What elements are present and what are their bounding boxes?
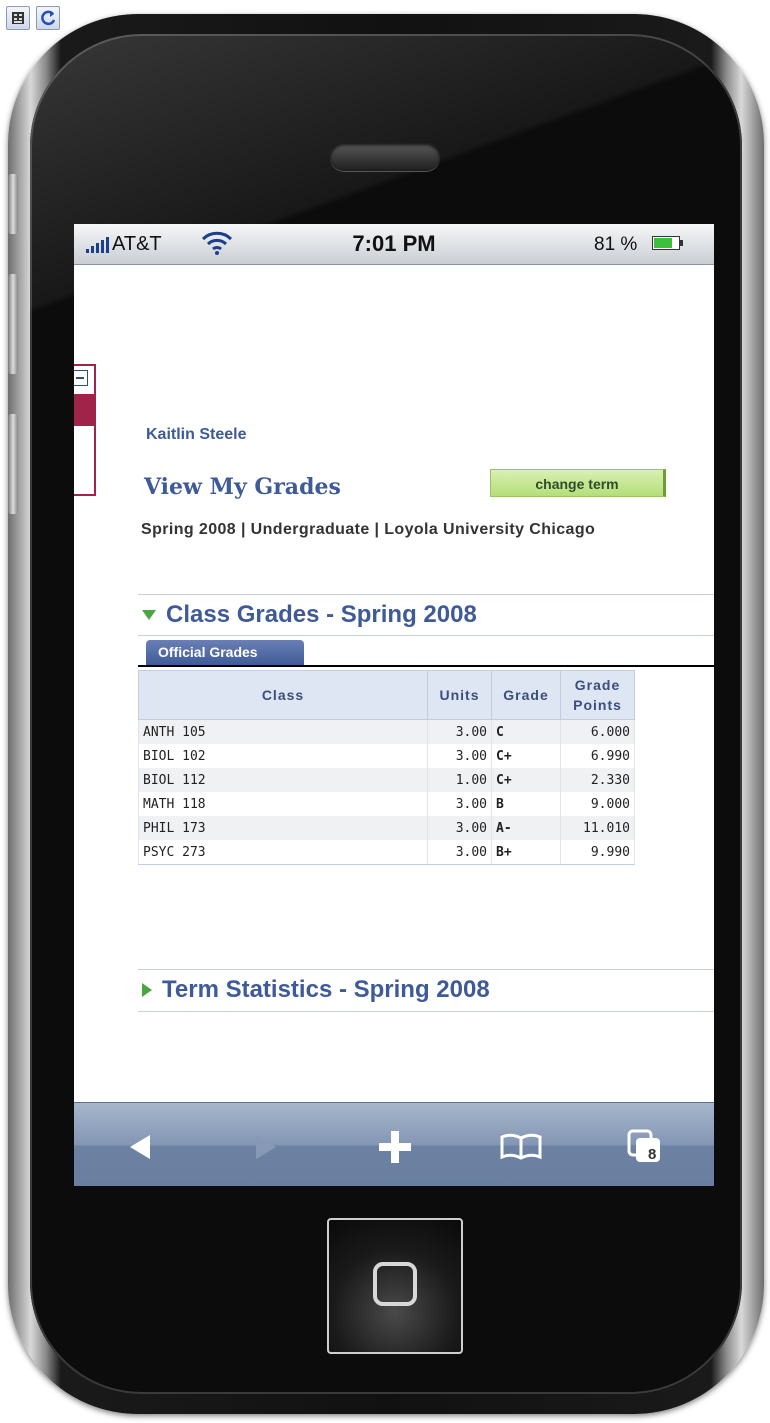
class-cell: MATH 118 [138,792,428,816]
status-bar: AT&T 7:01 PM 81 % [74,224,714,265]
column-header-grade: Grade [491,670,561,720]
column-header-grade-points: Grade Points [560,670,635,720]
table-row: BIOL 112 1.00 C+ 2.330 [138,768,635,792]
earpiece-speaker [330,143,440,171]
class-grades-header[interactable]: Class Grades - Spring 2008 [142,601,477,629]
table-header-row: Class Units Grade Grade Points [138,670,635,720]
column-header-class: Class [138,670,428,720]
refresh-icon[interactable] [36,6,60,30]
term-statistics-title: Term Statistics - Spring 2008 [162,976,490,1003]
divider [138,594,714,595]
term-statistics-header[interactable]: Term Statistics - Spring 2008 [142,976,490,1004]
units-cell: 3.00 [427,744,492,768]
tab-underline [138,665,714,667]
back-arrow-icon[interactable] [116,1127,166,1167]
expanded-triangle-icon[interactable] [142,610,156,620]
home-button[interactable] [327,1218,463,1354]
collapsed-side-menu[interactable] [74,364,96,496]
user-name: Kaitlin Steele [146,426,247,443]
battery-icon [652,236,683,250]
grade-points-cell: 11.010 [560,816,635,840]
class-cell: BIOL 102 [138,744,428,768]
grade-cell: C+ [491,744,561,768]
page-title: View My Grades [144,474,341,500]
volume-down-button [8,274,18,374]
bookmarks-icon[interactable] [496,1127,546,1167]
table-row: MATH 118 3.00 B 9.000 [138,792,635,816]
plus-icon[interactable] [370,1127,420,1167]
phone-screen: AT&T 7:01 PM 81 % Kaitlin Steele View My… [74,224,714,1186]
browser-toolbar: 8 [74,1102,714,1186]
forward-arrow-icon[interactable] [240,1127,290,1167]
grade-cell: B+ [491,840,561,865]
collapsed-triangle-icon[interactable] [142,983,152,997]
table-row: PHIL 173 3.00 A- 11.010 [138,816,635,840]
calculator-icon[interactable] [6,6,30,30]
tab-official-grades[interactable]: Official Grades [146,640,304,666]
tabs-count: 8 [648,1146,657,1163]
units-cell: 3.00 [427,719,492,744]
units-cell: 3.00 [427,792,492,816]
class-grades-title: Class Grades - Spring 2008 [166,601,477,628]
column-header-units: Units [427,670,492,720]
tabs-icon[interactable]: 8 [620,1127,670,1167]
volume-up-button [8,174,18,234]
class-cell: PSYC 273 [138,840,428,865]
table-row: BIOL 102 3.00 C+ 6.990 [138,744,635,768]
change-term-button[interactable]: change term [490,469,666,497]
term-info: Spring 2008 | Undergraduate | Loyola Uni… [141,521,596,538]
units-cell: 3.00 [427,816,492,840]
table-row: ANTH 105 3.00 C 6.000 [138,719,635,744]
class-cell: PHIL 173 [138,816,428,840]
grade-points-cell: 9.990 [560,840,635,865]
grade-cell: C+ [491,768,561,792]
home-square-icon [373,1262,417,1306]
class-cell: BIOL 112 [138,768,428,792]
collapse-icon[interactable] [74,370,88,386]
divider [138,969,714,970]
divider [138,635,714,636]
mute-switch [8,414,18,514]
units-cell: 3.00 [427,840,492,865]
battery-percent: 81 % [594,234,638,255]
grades-table: Class Units Grade Grade Points ANTH 105 … [138,670,635,865]
grade-points-cell: 9.000 [560,792,635,816]
grade-points-cell: 6.990 [560,744,635,768]
top-icon-bar [6,6,60,30]
units-cell: 1.00 [427,768,492,792]
grade-cell: B [491,792,561,816]
grade-cell: C [491,719,561,744]
side-menu-band [74,394,94,426]
table-row: PSYC 273 3.00 B+ 9.990 [138,840,635,865]
grade-cell: A- [491,816,561,840]
grade-points-cell: 2.330 [560,768,635,792]
class-cell: ANTH 105 [138,719,428,744]
divider [138,1011,714,1012]
grade-points-cell: 6.000 [560,719,635,744]
